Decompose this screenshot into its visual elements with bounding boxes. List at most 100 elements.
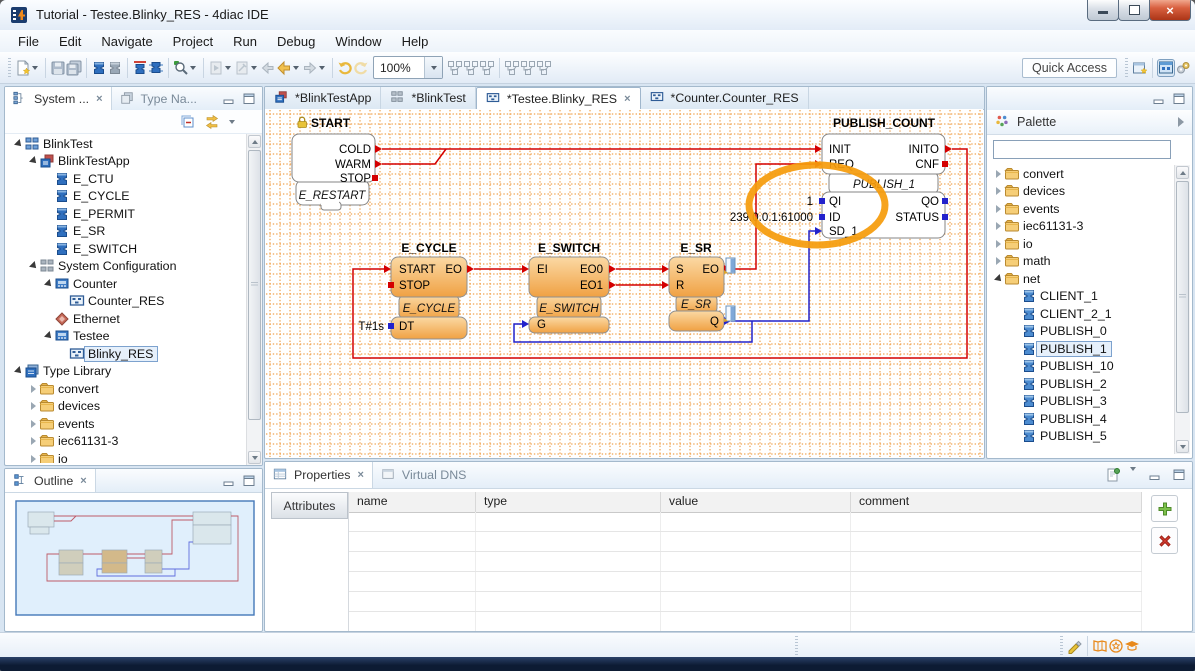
tree-item-client-1[interactable]: CLIENT_1 (989, 288, 1163, 306)
maximize-button[interactable] (1118, 0, 1150, 21)
tree-item-e-switch[interactable]: E_SWITCH (7, 240, 245, 258)
palette-pin-icon[interactable] (1178, 117, 1184, 127)
column-header-value[interactable]: value (661, 492, 851, 512)
run-last-tool-icon[interactable] (208, 60, 224, 76)
fb-ecycle[interactable]: E_CYCLE START STOP EO E_CYCLE DT T#1s (358, 241, 474, 339)
table-cell[interactable] (661, 552, 851, 571)
twistie-icon[interactable] (43, 279, 54, 289)
menu-navigate[interactable]: Navigate (91, 32, 162, 51)
table-cell[interactable] (349, 612, 476, 631)
fb-start[interactable]: START COLD WARM STOP E_RESTART (292, 116, 382, 210)
port-label-stop[interactable]: STOP (340, 173, 371, 185)
table-cell[interactable] (349, 592, 476, 611)
table-cell[interactable] (661, 612, 851, 631)
close-tab-icon[interactable]: × (78, 475, 86, 487)
twistie-icon[interactable] (28, 454, 39, 463)
redo-icon[interactable] (353, 60, 369, 76)
minimize-view-icon[interactable] (1147, 467, 1163, 483)
port-label-cnf[interactable]: CNF (915, 159, 939, 171)
minimize-button[interactable] (1087, 0, 1119, 21)
table-row[interactable] (349, 592, 1142, 612)
tree-item-ethernet[interactable]: Ethernet (7, 310, 245, 328)
tab-system-management[interactable]: System ... × (5, 87, 112, 110)
twistie-icon[interactable] (43, 331, 54, 341)
menu-file[interactable]: File (8, 32, 49, 51)
maximize-view-icon[interactable] (241, 473, 257, 489)
save-all-icon[interactable] (66, 60, 82, 76)
tree-item-convert[interactable]: convert (7, 380, 245, 398)
table-cell[interactable] (851, 552, 1142, 571)
palette-header[interactable]: Palette (987, 110, 1192, 135)
new-resource-icon[interactable] (148, 60, 164, 76)
new-type-icon[interactable] (132, 60, 148, 76)
run-dropdown-icon[interactable] (225, 66, 231, 70)
tree-item-e-sr[interactable]: E_SR (7, 223, 245, 241)
new-dropdown-icon[interactable] (32, 66, 38, 70)
tab-type-navigator[interactable]: Type Na... (112, 87, 205, 110)
port-label-eo[interactable]: EO (702, 264, 719, 276)
tree-item-publish-2[interactable]: PUBLISH_2 (989, 375, 1163, 393)
port-value-qi[interactable]: 1 (807, 196, 813, 208)
table-cell[interactable] (476, 552, 661, 571)
twistie-icon[interactable] (993, 169, 1004, 179)
port-value-id[interactable]: 239.0.0.1:61000 (730, 212, 813, 224)
search-icon[interactable] (173, 60, 189, 76)
table-cell[interactable] (476, 572, 661, 591)
twistie-icon[interactable] (28, 419, 39, 429)
tab-virtual-dns[interactable]: Virtual DNS (373, 462, 475, 488)
column-header-comment[interactable]: comment (851, 492, 1142, 512)
menu-run[interactable]: Run (223, 32, 267, 51)
close-button[interactable]: × (1149, 0, 1191, 21)
tree-item-iec61131-3[interactable]: iec61131-3 (7, 433, 245, 451)
twistie-icon[interactable] (28, 401, 39, 411)
statusbar-drag-handle[interactable] (1060, 636, 1063, 656)
tree-item-iec61131-3[interactable]: iec61131-3 (989, 218, 1163, 236)
table-cell[interactable] (349, 572, 476, 591)
twistie-icon[interactable] (28, 156, 39, 166)
menu-debug[interactable]: Debug (267, 32, 325, 51)
fbn-canvas[interactable]: START COLD WARM STOP E_RESTART (265, 109, 983, 457)
new-application-icon[interactable] (107, 60, 123, 76)
fb-name[interactable]: START (311, 116, 351, 130)
minimize-view-icon[interactable] (1151, 91, 1167, 107)
connection-marker[interactable] (724, 306, 735, 322)
port-label-inito[interactable]: INITO (909, 144, 940, 156)
twistie-icon[interactable] (13, 139, 24, 149)
table-cell[interactable] (851, 592, 1142, 611)
tree-item-math[interactable]: math (989, 253, 1163, 271)
port-label-qi[interactable]: QI (829, 196, 841, 208)
twistie-icon[interactable] (993, 274, 1004, 284)
port-label-s[interactable]: S (676, 264, 684, 276)
external-tools-dropdown-icon[interactable] (251, 66, 257, 70)
tree-item-net[interactable]: net (989, 270, 1163, 288)
close-tab-icon[interactable]: × (355, 469, 363, 481)
tree-item-e-cycle[interactable]: E_CYCLE (7, 188, 245, 206)
fb-name[interactable]: E_SR (680, 241, 712, 255)
table-cell[interactable] (476, 532, 661, 551)
outline-thumbnail[interactable] (7, 496, 258, 626)
attributes-section-tab[interactable]: Attributes (271, 492, 348, 519)
port-label-cold[interactable]: COLD (339, 144, 371, 156)
close-tab-icon[interactable]: × (94, 93, 102, 105)
tree-item-devices[interactable]: devices (7, 398, 245, 416)
save-icon[interactable] (50, 60, 66, 76)
twistie-icon[interactable] (993, 186, 1004, 196)
close-tab-icon[interactable]: × (622, 93, 630, 105)
twistie-icon[interactable] (993, 221, 1004, 231)
system-tree-scrollbar[interactable] (246, 134, 262, 465)
title-bar[interactable]: Tutorial - Testee.Blinky_RES - 4diac IDE… (0, 0, 1195, 30)
tree-item-blinktest[interactable]: BlinkTest (7, 135, 245, 153)
tree-item-e-ctu[interactable]: E_CTU (7, 170, 245, 188)
collapse-all-icon[interactable] (180, 114, 196, 130)
fb-name[interactable]: E_SWITCH (538, 241, 600, 255)
fb-esr[interactable]: E_SR S R EO E_SR Q (662, 241, 731, 331)
twistie-icon[interactable] (993, 239, 1004, 249)
table-row[interactable] (349, 572, 1142, 592)
port-label-start[interactable]: START (399, 264, 436, 276)
write-protect-icon[interactable] (1067, 638, 1083, 654)
forward-dropdown-icon[interactable] (319, 66, 325, 70)
twistie-icon[interactable] (28, 436, 39, 446)
add-attribute-button[interactable] (1151, 495, 1178, 522)
twistie-icon[interactable] (13, 366, 24, 376)
delete-attribute-button[interactable] (1151, 527, 1178, 554)
